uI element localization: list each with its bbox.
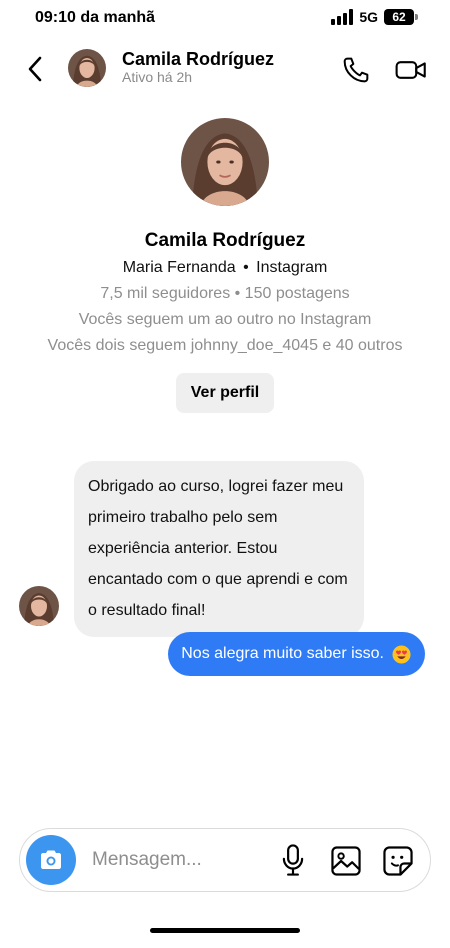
profile-card: Camila Rodríguez Maria Fernanda • Instag… <box>0 118 450 413</box>
signal-icon <box>331 9 354 25</box>
video-call-button[interactable] <box>394 54 428 86</box>
profile-name: Camila Rodríguez <box>144 230 306 251</box>
video-camera-icon <box>395 61 426 79</box>
contact-name[interactable]: Camila Rodríguez <box>122 49 274 70</box>
home-indicator[interactable] <box>150 928 300 933</box>
sticker-icon <box>383 846 413 876</box>
status-indicators: 5G 62 <box>331 9 418 25</box>
chevron-left-icon <box>28 56 42 82</box>
battery-icon: 62 <box>384 9 418 25</box>
view-profile-button[interactable]: Ver perfil <box>175 373 275 413</box>
network-type: 5G <box>359 9 378 25</box>
profile-platform: Instagram <box>256 259 328 276</box>
avatar <box>68 49 106 87</box>
avatar <box>181 118 269 206</box>
phone-icon <box>343 57 369 83</box>
image-icon <box>331 846 361 876</box>
battery-level: 62 <box>384 9 414 25</box>
separator-dot: • <box>243 259 249 276</box>
profile-avatar[interactable] <box>181 118 269 206</box>
status-bar: 09:10 da manhã 5G 62 <box>0 0 450 38</box>
profile-username: Maria Fernanda <box>122 259 236 276</box>
profile-stats: 7,5 mil seguidores • 150 postagens <box>100 285 350 302</box>
camera-button[interactable] <box>26 835 76 885</box>
contact-activity-status: Ativo há 2h <box>122 69 193 85</box>
avatar <box>19 586 59 626</box>
voice-message-button[interactable] <box>278 843 308 877</box>
outgoing-message[interactable]: Nos alegra muito saber isso. <box>168 632 425 676</box>
audio-call-button[interactable] <box>340 54 372 86</box>
gallery-button[interactable] <box>330 845 362 877</box>
outgoing-message-text: Nos alegra muito saber isso. <box>181 645 384 662</box>
camera-icon <box>41 850 61 869</box>
follow-status: Vocês seguem um ao outro no Instagram <box>78 311 372 328</box>
microphone-icon <box>282 844 304 876</box>
mutual-followers: Vocês dois seguem johnny_doe_4045 e 40 o… <box>47 337 403 354</box>
chat-header: Camila Rodríguez Ativo há 2h <box>0 44 450 94</box>
back-button[interactable] <box>22 54 48 84</box>
status-time: 09:10 da manhã <box>35 9 156 26</box>
message-composer <box>19 828 431 892</box>
heart-eyes-emoji-icon <box>392 644 411 664</box>
sticker-button[interactable] <box>382 845 414 877</box>
message-input[interactable] <box>92 845 272 875</box>
profile-subtitle: Maria Fernanda • Instagram <box>0 257 450 279</box>
header-avatar[interactable] <box>68 49 106 87</box>
incoming-message[interactable]: Obrigado ao curso, logrei fazer meu prim… <box>74 461 364 637</box>
sender-avatar[interactable] <box>19 586 59 626</box>
